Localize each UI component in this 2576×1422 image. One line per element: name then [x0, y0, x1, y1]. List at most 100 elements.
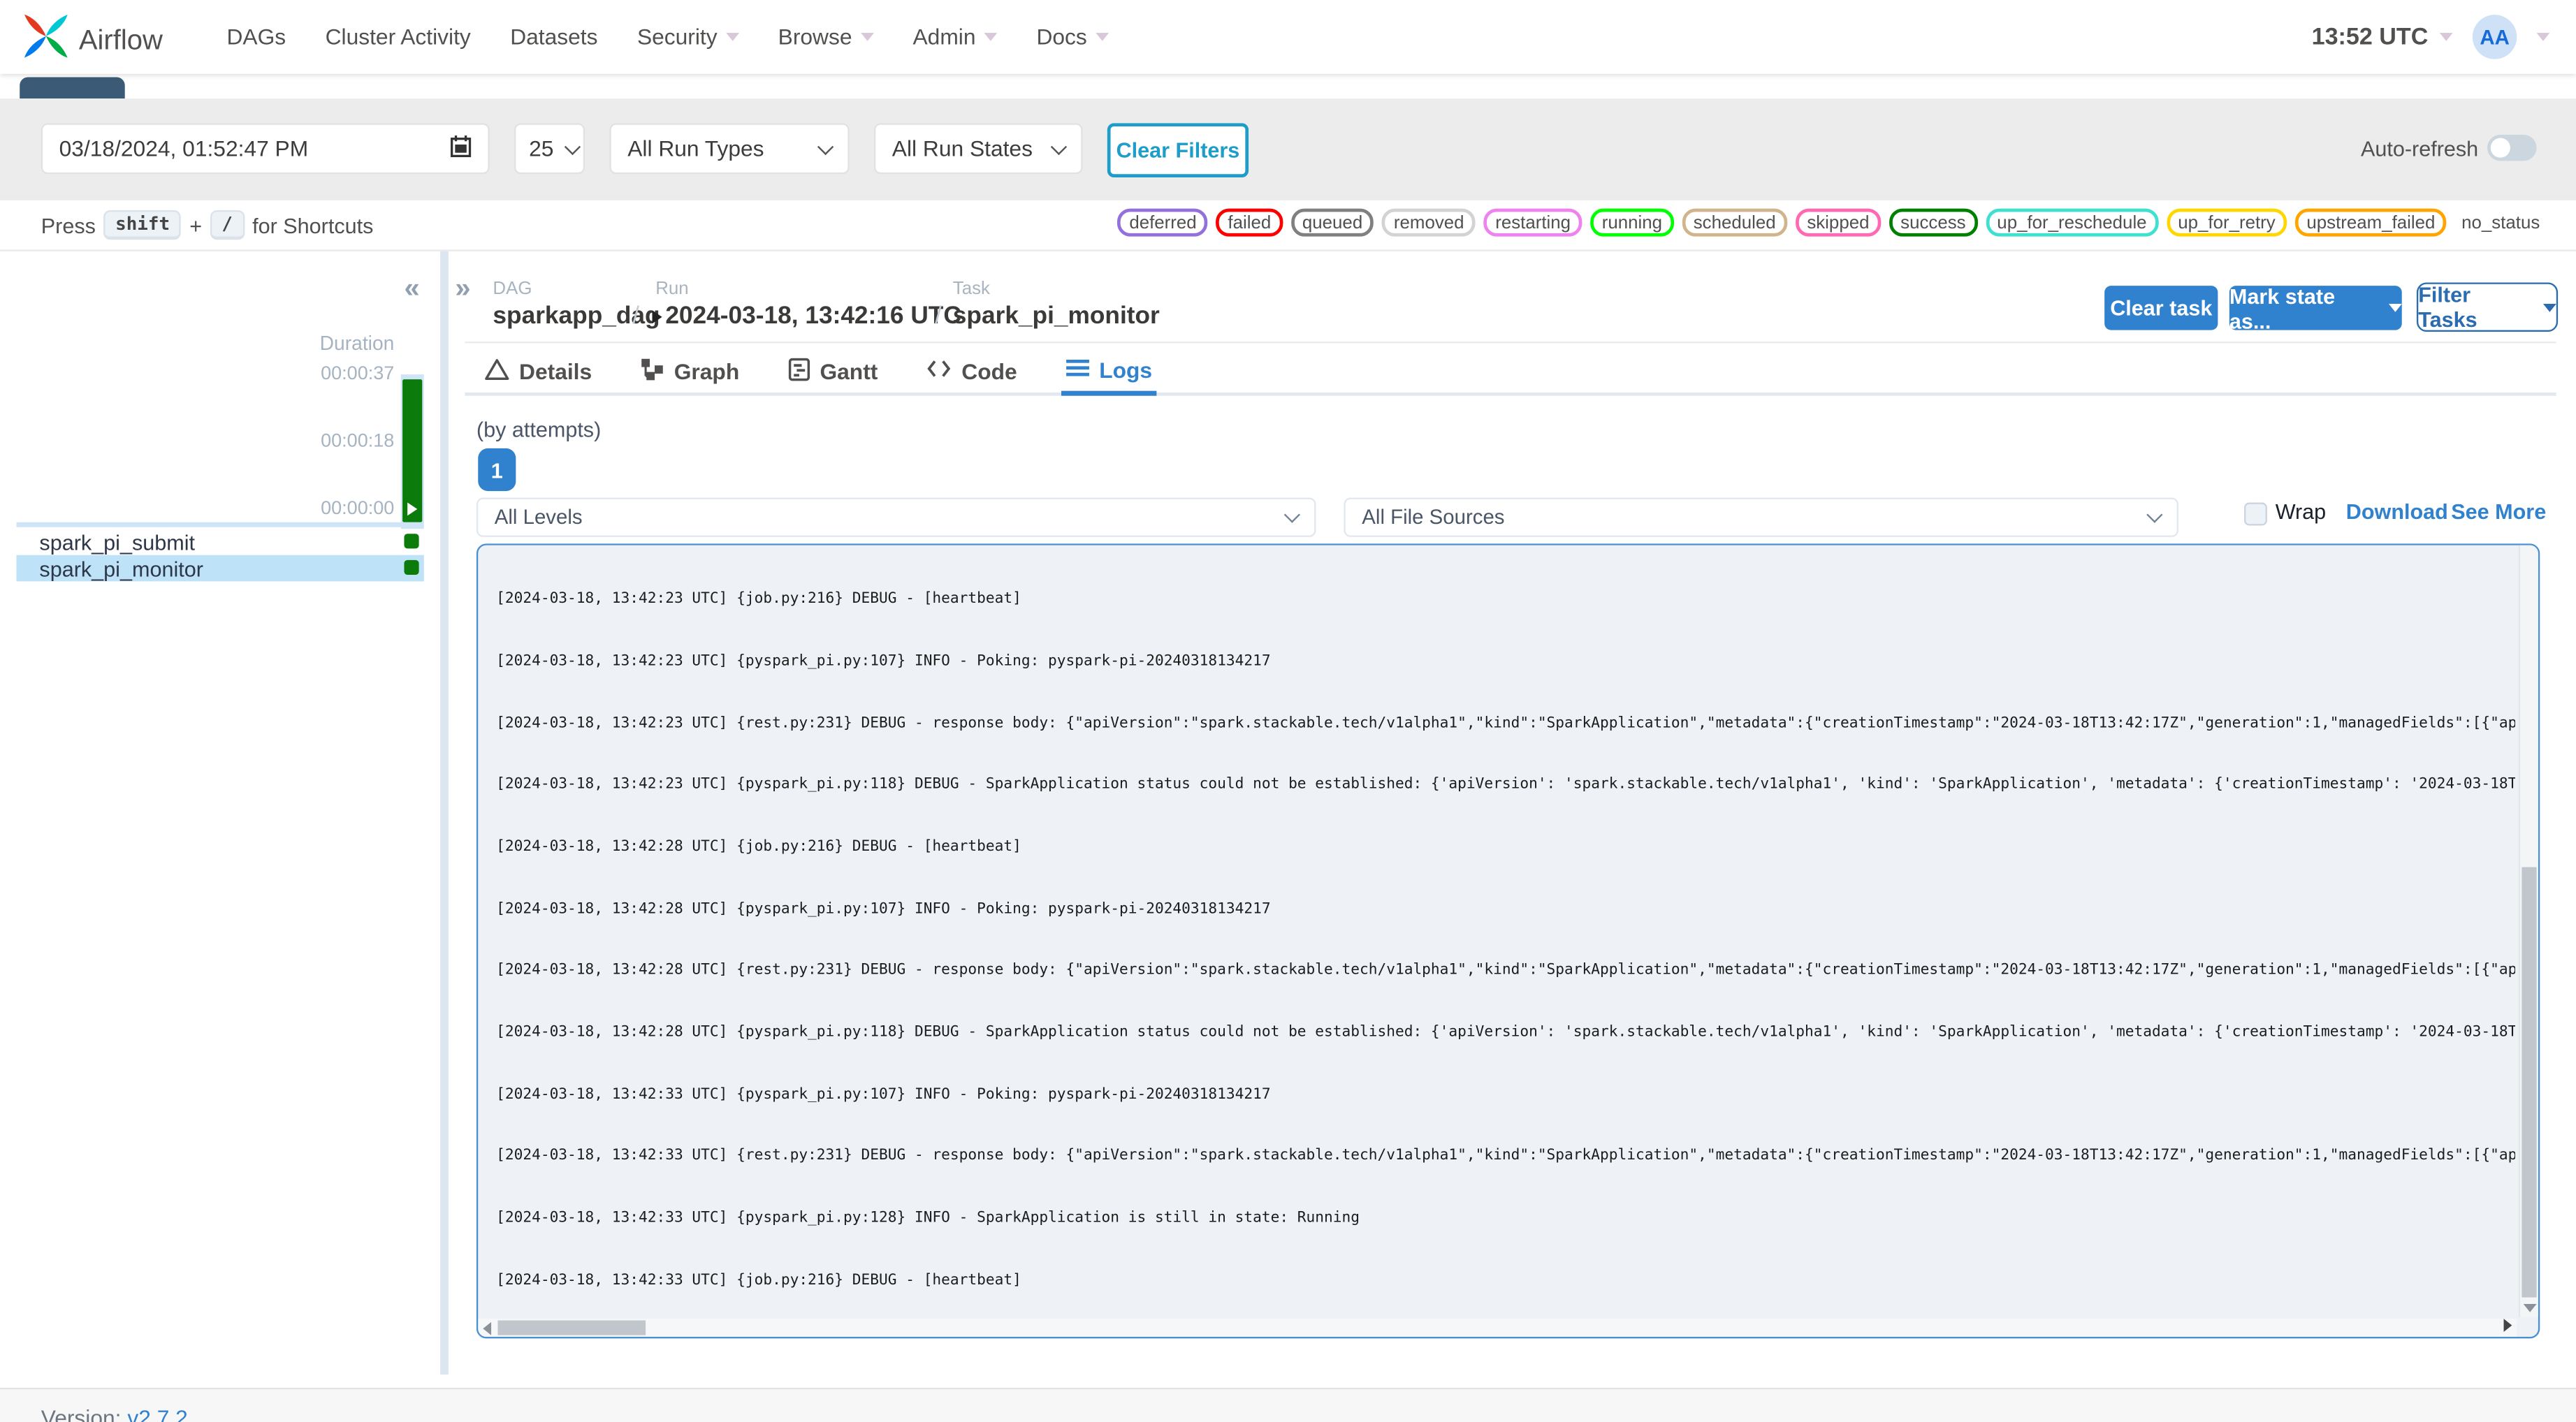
mark-state-as-button[interactable]: Mark state as... — [2229, 284, 2402, 332]
base-date-input[interactable]: 03/18/2024, 01:52:47 PM — [41, 123, 490, 175]
run-types-select[interactable]: All Run Types — [609, 123, 850, 175]
version-text: Version: v2.7.2 — [41, 1406, 188, 1422]
see-more-link[interactable]: See More — [2451, 499, 2546, 524]
log-line: [2024-03-18, 13:42:33 UTC] {pyspark_pi.p… — [496, 1086, 1271, 1104]
calendar-icon[interactable] — [450, 135, 472, 163]
collapse-sidebar-button[interactable]: « — [404, 272, 419, 305]
avatar[interactable]: AA — [2472, 15, 2517, 59]
legend-badge-queued[interactable]: queued — [1290, 208, 1374, 237]
nav-item-cluster-activity[interactable]: Cluster Activity — [326, 24, 471, 49]
scroll-right-arrow-icon[interactable] — [2503, 1319, 2512, 1332]
kbd-slash: / — [210, 210, 245, 240]
legend-badge-up-for-retry[interactable]: up_for_retry — [2166, 208, 2287, 237]
duration-tick: 00:00:00 — [321, 499, 395, 520]
gantt-icon — [788, 357, 810, 385]
detail-tabs: Details Graph Gantt Code Logs — [465, 350, 2556, 396]
legend-badge-scheduled[interactable]: scheduled — [1682, 208, 1788, 237]
by-attempts-label: (by attempts) — [476, 417, 602, 442]
airflow-app: Airflow DAGs Cluster Activity Datasets S… — [0, 0, 2576, 1422]
auto-refresh-toggle[interactable] — [2487, 134, 2537, 161]
chevron-down-icon — [860, 33, 874, 41]
breadcrumb-run-label: Run — [655, 279, 689, 299]
base-date-value: 03/18/2024, 01:52:47 PM — [59, 136, 309, 161]
duration-axis-label: Duration — [319, 331, 395, 355]
task-row-spark-pi-submit[interactable]: spark_pi_submit — [16, 529, 424, 555]
scrolled-active-view-tab[interactable] — [20, 77, 125, 99]
download-link[interactable]: Download — [2346, 499, 2448, 524]
chevron-down-icon — [2146, 506, 2163, 523]
breadcrumb-run-value[interactable]: 2024-03-18, 13:42:16 UTC — [652, 302, 961, 330]
nav-item-dags[interactable]: DAGs — [226, 24, 286, 49]
task-instance-square-submit[interactable] — [404, 534, 419, 549]
legend-badge-running[interactable]: running — [1590, 208, 1674, 237]
nav-item-datasets[interactable]: Datasets — [510, 24, 597, 49]
version-link[interactable]: v2.7.2 — [127, 1406, 187, 1422]
log-levels-select[interactable]: All Levels — [476, 497, 1316, 537]
panel-resize-handle[interactable] — [440, 251, 449, 1375]
legend-badge-failed[interactable]: failed — [1216, 208, 1283, 237]
clear-filters-button[interactable]: Clear Filters — [1107, 123, 1249, 177]
breadcrumb-dag-label: DAG — [493, 279, 532, 299]
dag-run-duration-bar[interactable] — [402, 379, 423, 522]
tab-details[interactable]: Details — [480, 350, 597, 393]
log-line: [2024-03-18, 13:42:23 UTC] {rest.py:231}… — [496, 715, 2515, 732]
wrap-checkbox[interactable] — [2244, 502, 2267, 526]
legend-badge-restarting[interactable]: restarting — [1483, 208, 1582, 237]
airflow-brand[interactable]: Airflow — [23, 13, 163, 68]
tab-gantt[interactable]: Gantt — [784, 350, 883, 393]
chevron-down-icon — [984, 33, 998, 41]
legend-badge-success[interactable]: success — [1889, 208, 1978, 237]
filter-tasks-button[interactable]: Filter Tasks — [2416, 282, 2559, 332]
task-instance-square-monitor[interactable] — [404, 559, 419, 575]
log-line: [2024-03-18, 13:42:28 UTC] {rest.py:231}… — [496, 962, 2515, 980]
chevron-down-icon — [817, 138, 834, 154]
num-runs-select[interactable]: 25 — [514, 123, 585, 175]
navbar: Airflow DAGs Cluster Activity Datasets S… — [0, 0, 2576, 74]
clock-dropdown[interactable]: 13:52 UTC — [2312, 24, 2453, 50]
run-states-select[interactable]: All Run States — [873, 123, 1083, 175]
nav-item-docs[interactable]: Docs — [1036, 24, 1109, 50]
vertical-scrollbar-thumb[interactable] — [2522, 867, 2537, 1298]
tab-graph[interactable]: Graph — [636, 350, 745, 393]
tab-code[interactable]: Code — [922, 350, 1022, 393]
nav-item-browse[interactable]: Browse — [778, 24, 874, 50]
task-name: spark_pi_monitor — [39, 555, 203, 581]
legend-badge-skipped[interactable]: skipped — [1795, 208, 1881, 237]
expand-panel-button[interactable]: » — [455, 272, 470, 305]
manual-run-icon — [652, 309, 662, 323]
vertical-scrollbar[interactable] — [2518, 545, 2538, 1317]
horizontal-scrollbar-thumb[interactable] — [497, 1320, 646, 1335]
nav-menu: DAGs Cluster Activity Datasets Security … — [226, 0, 1109, 74]
chevron-down-icon — [2388, 304, 2402, 312]
clear-task-button[interactable]: Clear task — [2104, 286, 2218, 330]
legend-badge-upstream-failed[interactable]: upstream_failed — [2294, 208, 2447, 237]
shortcuts-hint: Press shift + / for Shortcuts — [41, 210, 373, 240]
brand-label: Airflow — [78, 24, 163, 55]
chevron-down-icon — [2439, 33, 2453, 41]
duration-tick: 00:00:37 — [321, 365, 395, 385]
nav-item-security[interactable]: Security — [637, 24, 739, 50]
breadcrumb-separator: / — [632, 302, 640, 330]
file-sources-select[interactable]: All File Sources — [1344, 497, 2178, 537]
legend-no-status: no_status — [2461, 212, 2540, 233]
log-line: [2024-03-18, 13:42:33 UTC] {job.py:216} … — [496, 1272, 1021, 1289]
chevron-down-icon[interactable] — [2536, 33, 2550, 41]
scroll-left-arrow-icon[interactable] — [483, 1321, 492, 1335]
legend-badge-up-for-reschedule[interactable]: up_for_reschedule — [1985, 208, 2159, 237]
task-name: spark_pi_submit — [39, 529, 196, 555]
task-row-spark-pi-monitor[interactable]: spark_pi_monitor — [16, 555, 424, 582]
scroll-down-arrow-icon[interactable] — [2523, 1304, 2537, 1312]
horizontal-scrollbar[interactable] — [478, 1319, 2517, 1337]
log-output-box: [2024-03-18, 13:42:23 UTC] {job.py:216} … — [476, 543, 2540, 1339]
logs-icon — [1066, 358, 1090, 383]
tab-logs[interactable]: Logs — [1061, 350, 1158, 396]
nav-item-admin[interactable]: Admin — [912, 24, 998, 50]
graph-icon — [641, 357, 664, 385]
breadcrumb-task-value[interactable]: spark_pi_monitor — [953, 302, 1160, 330]
log-line: [2024-03-18, 13:42:23 UTC] {pyspark_pi.p… — [496, 777, 2515, 794]
attempt-1-button[interactable]: 1 — [478, 448, 516, 492]
log-content: [2024-03-18, 13:42:23 UTC] {job.py:216} … — [496, 548, 2515, 1314]
legend-badge-deferred[interactable]: deferred — [1117, 208, 1209, 237]
legend-badge-removed[interactable]: removed — [1382, 208, 1476, 237]
warning-triangle-icon — [485, 357, 509, 385]
